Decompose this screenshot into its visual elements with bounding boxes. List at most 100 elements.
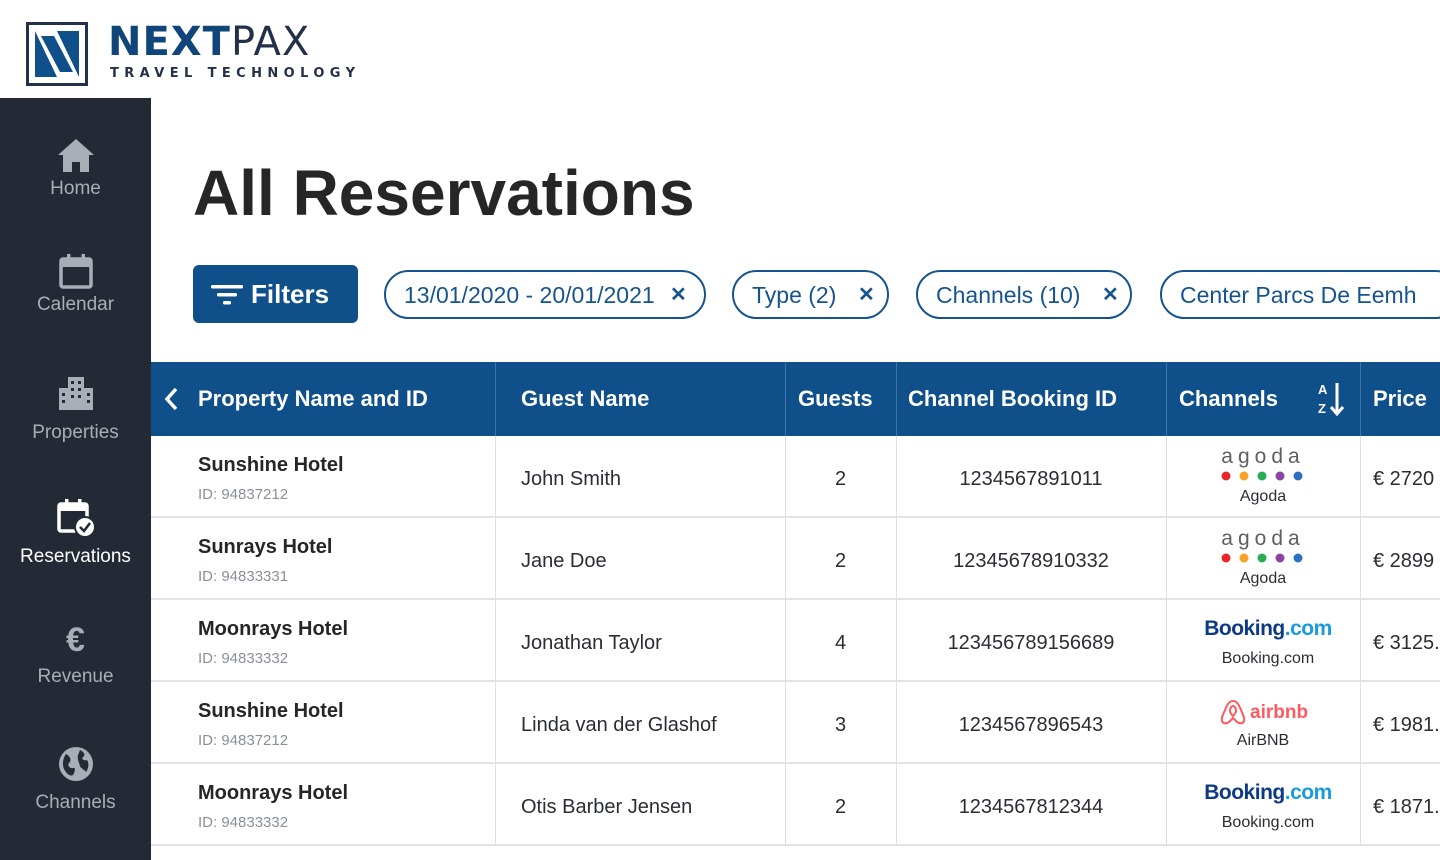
column-header-property[interactable]: Property Name and ID xyxy=(198,362,428,436)
guest-name-cell: John Smith xyxy=(521,436,781,518)
price: € 1871. xyxy=(1373,796,1440,818)
column-divider xyxy=(1360,362,1361,436)
filter-chip-label: Center Parcs De Eemh xyxy=(1180,282,1417,308)
guests-count: 4 xyxy=(834,632,847,654)
property-cell: Moonrays Hotel ID: 94833332 xyxy=(151,600,495,682)
sidebar-item-calendar[interactable]: Calendar xyxy=(0,248,151,358)
home-icon xyxy=(57,139,94,172)
top-header: NEXTPAX TRAVEL TECHNOLOGY xyxy=(0,0,1440,98)
property-name[interactable]: Moonrays Hotel xyxy=(198,782,348,805)
close-icon[interactable]: ✕ xyxy=(858,284,875,306)
brand-name[interactable]: NEXTPAX xyxy=(108,20,310,64)
price-cell: € 1871. xyxy=(1373,764,1440,846)
close-icon[interactable]: ✕ xyxy=(670,284,687,306)
property-cell: Sunshine Hotel ID: 94837212 xyxy=(151,682,495,764)
close-icon[interactable]: ✕ xyxy=(1102,284,1119,306)
column-header-price[interactable]: Price xyxy=(1373,362,1427,436)
property-name[interactable]: Sunrays Hotel xyxy=(198,536,332,559)
svg-text:A: A xyxy=(1318,382,1328,397)
column-divider xyxy=(1360,600,1361,682)
sidebar-item-label: Properties xyxy=(32,422,119,443)
filter-chip-label: Channels (10) xyxy=(936,282,1081,308)
guests-count: 2 xyxy=(834,468,847,490)
filter-chip-label: Type (2) xyxy=(752,282,837,308)
guest-name: Jonathan Taylor xyxy=(521,632,662,654)
property-name[interactable]: Sunshine Hotel xyxy=(198,454,344,477)
chevron-left-icon[interactable] xyxy=(163,386,179,412)
column-divider xyxy=(1360,518,1361,600)
property-name[interactable]: Sunshine Hotel xyxy=(198,700,344,723)
property-name[interactable]: Moonrays Hotel xyxy=(198,618,348,641)
price: € 1981. xyxy=(1373,714,1440,736)
price-cell: € 3125. xyxy=(1373,600,1440,682)
table-row[interactable]: Sunshine Hotel ID: 94837212 Linda van de… xyxy=(151,682,1440,764)
sidebar: Home Calendar Properties Reservations € … xyxy=(0,98,151,860)
brand-name-light: PAX xyxy=(230,19,311,65)
filter-chip-date-range[interactable]: 13/01/2020 - 20/01/2021 ✕ xyxy=(384,270,706,319)
price: € 2720 xyxy=(1373,468,1435,490)
table-header: Property Name and ID Guest Name Guests C… xyxy=(151,362,1440,436)
guest-name: Otis Barber Jensen xyxy=(521,796,693,818)
price: € 2899 xyxy=(1373,550,1435,572)
filter-chip-type[interactable]: Type (2) ✕ xyxy=(732,270,889,319)
guest-name-cell: Otis Barber Jensen xyxy=(521,764,781,846)
sidebar-item-channels[interactable]: Channels xyxy=(0,742,151,852)
booking-logo: Booking.com Booking.com xyxy=(1166,600,1360,682)
table-row[interactable]: Moonrays Hotel ID: 94833332 Jonathan Tay… xyxy=(151,600,1440,682)
booking-id-cell: 1234567812344 xyxy=(896,764,1166,846)
channel-cell: airbnb AirBNB xyxy=(1166,682,1360,764)
guests-cell: 4 xyxy=(785,600,896,682)
sidebar-item-reservations[interactable]: Reservations xyxy=(0,494,151,604)
airbnb-wordmark: airbnb xyxy=(1250,702,1308,723)
column-divider xyxy=(1360,682,1361,764)
globe-icon xyxy=(58,747,93,781)
table-row[interactable]: Sunrays Hotel ID: 94833331 Jane Doe 2 12… xyxy=(151,518,1440,600)
filters-button[interactable]: Filters xyxy=(193,265,358,323)
column-divider xyxy=(495,362,496,436)
price-cell: € 1981. xyxy=(1373,682,1440,764)
table-row[interactable]: Sunshine Hotel ID: 94837212 John Smith 2… xyxy=(151,436,1440,518)
airbnb-icon: airbnb xyxy=(1220,699,1308,725)
channel-name: Agoda xyxy=(1239,488,1287,505)
sidebar-item-revenue[interactable]: € Revenue xyxy=(0,614,151,724)
agoda-dots-icon xyxy=(1221,471,1303,481)
sort-az-icon[interactable]: A Z xyxy=(1315,380,1347,418)
guest-name: John Smith xyxy=(521,468,622,490)
guests-count: 2 xyxy=(834,796,847,818)
column-header-channels[interactable]: Channels xyxy=(1179,362,1278,436)
sidebar-item-home[interactable]: Home xyxy=(0,128,151,238)
column-header-channel-booking-id[interactable]: Channel Booking ID xyxy=(908,362,1117,436)
filter-chip-property[interactable]: Center Parcs De Eemh xyxy=(1160,270,1440,319)
guests-count: 2 xyxy=(834,550,847,572)
filter-icon xyxy=(211,285,243,305)
sidebar-item-properties[interactable]: Properties xyxy=(0,370,151,480)
filter-chip-label: 13/01/2020 - 20/01/2021 xyxy=(404,282,655,308)
channel-cell: Booking.com Booking.com xyxy=(1166,764,1360,846)
filter-chip-channels[interactable]: Channels (10) ✕ xyxy=(916,270,1132,319)
price-cell: € 2899 xyxy=(1373,518,1440,600)
column-divider xyxy=(495,600,496,682)
property-cell: Sunrays Hotel ID: 94833331 xyxy=(151,518,495,600)
calendar-icon xyxy=(58,254,93,289)
column-divider xyxy=(495,682,496,764)
calendar-check-icon xyxy=(56,499,96,538)
sidebar-item-label: Calendar xyxy=(36,294,115,315)
channel-cell: Booking.com Booking.com xyxy=(1166,600,1360,682)
property-id: ID: 94837212 xyxy=(198,732,289,749)
euro-icon: € xyxy=(66,621,85,659)
guests-count: 3 xyxy=(834,714,847,736)
sidebar-item-label: Revenue xyxy=(37,666,114,687)
channel-booking-id: 1234567896543 xyxy=(958,714,1104,736)
agoda-wordmark: agoda xyxy=(1221,445,1305,468)
guests-cell: 2 xyxy=(785,764,896,846)
property-cell: Moonrays Hotel ID: 94833332 xyxy=(151,764,495,846)
column-header-guest-name[interactable]: Guest Name xyxy=(521,362,649,436)
channel-booking-id: 123456789156689 xyxy=(947,632,1115,654)
table-row[interactable]: Moonrays Hotel ID: 94833332 Otis Barber … xyxy=(151,764,1440,846)
sidebar-item-label: Channels xyxy=(35,792,116,813)
column-divider xyxy=(896,362,897,436)
column-header-guests[interactable]: Guests xyxy=(798,362,873,436)
property-cell: Sunshine Hotel ID: 94837212 xyxy=(151,436,495,518)
channel-cell: agoda Agoda xyxy=(1166,518,1360,600)
column-divider xyxy=(1360,436,1361,518)
